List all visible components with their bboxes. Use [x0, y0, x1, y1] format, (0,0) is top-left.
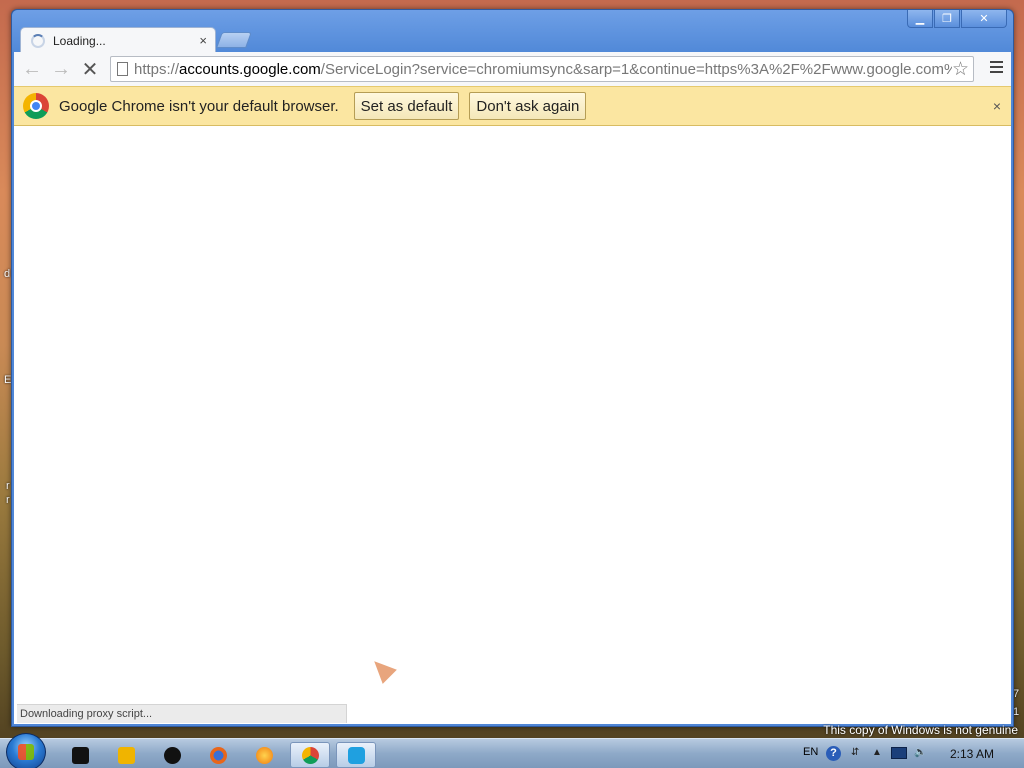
new-tab-button[interactable]: [216, 32, 252, 48]
taskbar-item-app-dark[interactable]: [152, 742, 192, 768]
speaker-icon[interactable]: 🔈: [914, 747, 926, 758]
taskbar-item-app-orange[interactable]: [244, 742, 284, 768]
infobar-close-icon[interactable]: ×: [993, 98, 1001, 114]
dont-ask-again-button[interactable]: Don't ask again: [469, 92, 587, 120]
minimize-icon: ▁: [915, 13, 925, 25]
infobar-message: Google Chrome isn't your default browser…: [59, 97, 339, 115]
tab-close-icon[interactable]: ×: [199, 33, 207, 48]
chrome-icon: [301, 746, 319, 764]
app-icon: [71, 746, 89, 764]
taskbar-item-skype[interactable]: [336, 742, 376, 768]
forward-arrow-icon: →: [51, 57, 71, 80]
media-player-icon: [117, 746, 135, 764]
window-controls: ▁ ❐ ✕: [906, 10, 1007, 28]
start-button[interactable]: [6, 733, 46, 768]
minimize-button[interactable]: ▁: [907, 10, 933, 28]
set-as-default-button[interactable]: Set as default: [353, 92, 460, 120]
restore-button[interactable]: ❐: [934, 10, 960, 28]
close-icon: ✕: [979, 13, 989, 25]
bookmark-star-icon[interactable]: ☆: [951, 58, 969, 81]
stop-icon: ✕: [81, 58, 99, 81]
tab-title: Loading...: [53, 33, 106, 48]
back-arrow-icon: ←: [22, 57, 42, 80]
url-host: accounts.google.com: [179, 60, 321, 78]
toolbar: ← → ✕ https://accounts.google.com/Servic…: [14, 52, 1011, 86]
taskbar-item-media-player[interactable]: [106, 742, 146, 768]
url-scheme: https://: [134, 60, 180, 78]
taskbar-item-firefox[interactable]: [198, 742, 238, 768]
status-bubble: Downloading proxy script...: [17, 704, 347, 723]
app-orange-icon: [255, 746, 273, 764]
stop-button[interactable]: ✕: [77, 56, 103, 82]
close-window-button[interactable]: ✕: [961, 10, 1007, 28]
desktop-icon-label-1: d: [4, 268, 11, 280]
forward-button[interactable]: →: [48, 56, 74, 82]
default-browser-infobar: Google Chrome isn't your default browser…: [14, 86, 1011, 126]
tab-loading[interactable]: Loading... ×: [20, 27, 216, 53]
loading-spinner-icon: [31, 33, 45, 48]
taskbar-item-chrome[interactable]: [290, 742, 330, 768]
clock[interactable]: 2:13 AM: [950, 747, 994, 761]
taskbar: EN ? ⇵ ▲ 🔈 2:13 AM: [0, 733, 1024, 768]
chrome-logo-icon: [23, 93, 49, 119]
app-dark-icon: [163, 746, 181, 764]
display-icon[interactable]: [891, 747, 907, 759]
show-hidden-icons-icon[interactable]: ▲: [872, 747, 882, 758]
skype-icon: [347, 746, 365, 764]
url-text: https://accounts.google.com/ServiceLogin…: [134, 61, 957, 78]
restore-icon: ❐: [942, 13, 952, 25]
back-button[interactable]: ←: [19, 56, 45, 82]
url-path: /ServiceLogin?service=chromiumsync&sarp=…: [320, 60, 958, 78]
address-bar[interactable]: https://accounts.google.com/ServiceLogin…: [110, 56, 974, 82]
page-icon: [117, 62, 128, 76]
taskbar-item-app[interactable]: [60, 742, 100, 768]
desktop-icon-label-3: r: [6, 480, 10, 492]
chrome-menu-icon[interactable]: [990, 61, 1003, 76]
language-indicator[interactable]: EN: [803, 746, 818, 758]
chrome-window: ▁ ❐ ✕ Loading... × ← → ✕ https://account…: [11, 9, 1014, 727]
page-content[interactable]: Downloading proxy script...: [14, 126, 1011, 724]
windows-genuine-notice: This copy of Windows is not genuine: [823, 723, 1018, 737]
network-status-icon[interactable]: ⇵: [851, 747, 859, 758]
firefox-icon: [209, 746, 227, 764]
help-icon[interactable]: ?: [826, 746, 841, 761]
desktop-icon-label-4: r: [6, 494, 10, 506]
